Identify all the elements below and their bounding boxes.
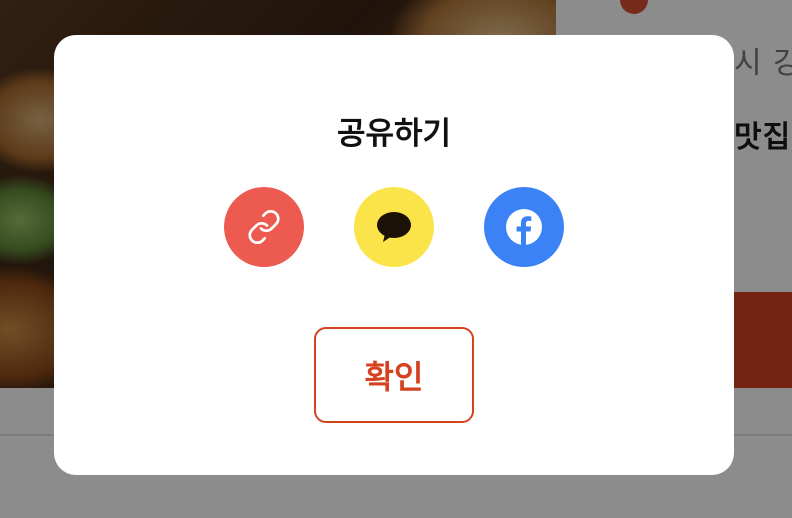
facebook-share-button[interactable] bbox=[484, 187, 564, 267]
copy-link-button[interactable] bbox=[224, 187, 304, 267]
link-icon bbox=[246, 209, 282, 245]
kakaotalk-icon bbox=[374, 207, 414, 247]
confirm-button[interactable]: 확인 bbox=[314, 327, 474, 423]
kakaotalk-share-button[interactable] bbox=[354, 187, 434, 267]
confirm-label: 확인 bbox=[364, 358, 424, 396]
share-dialog: 공유하기 확인 bbox=[54, 35, 734, 475]
facebook-icon bbox=[505, 208, 543, 246]
dialog-title: 공유하기 bbox=[336, 116, 452, 152]
